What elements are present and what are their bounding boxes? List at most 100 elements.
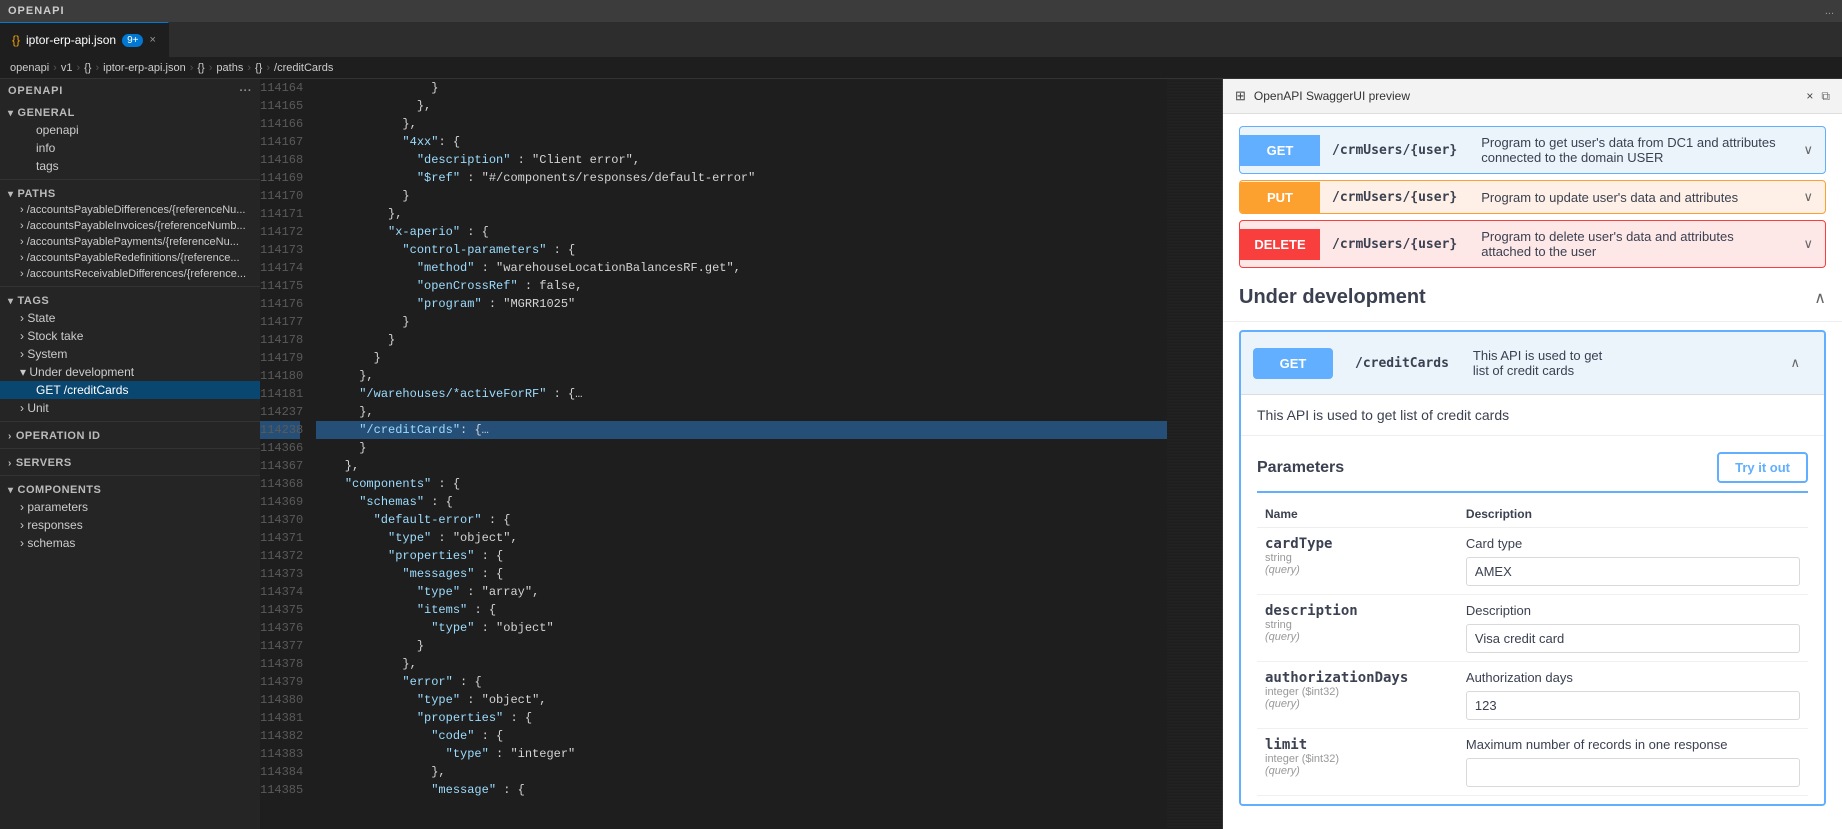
- under-dev-title: Under development: [1239, 286, 1426, 309]
- param-input[interactable]: [1466, 758, 1800, 787]
- breadcrumb-part: paths: [216, 62, 243, 74]
- breadcrumb-part: v1: [61, 62, 73, 74]
- split-icon[interactable]: ⧉: [1821, 89, 1830, 104]
- breadcrumb-part: {}: [84, 62, 91, 74]
- sidebar-item-state[interactable]: › State: [0, 309, 260, 327]
- chevron-up-icon[interactable]: ∧: [1814, 288, 1826, 308]
- code-line: "items" : {: [316, 601, 1167, 619]
- divider: [0, 421, 260, 422]
- code-line: }: [316, 187, 1167, 205]
- chevron-right-icon: ›: [20, 252, 27, 264]
- section-components[interactable]: ▾ COMPONENTS: [0, 480, 260, 498]
- section-general[interactable]: ▾ GENERAL: [0, 103, 260, 121]
- chevron-up-icon[interactable]: ∧: [1778, 347, 1812, 379]
- code-line: "type" : "object",: [316, 691, 1167, 709]
- sidebar-item-openapi[interactable]: openapi: [0, 121, 260, 139]
- param-type: integer ($int32): [1265, 686, 1450, 698]
- code-area[interactable]: } }, }, "4xx": { "description" : "Client…: [310, 79, 1167, 829]
- breadcrumb-part: /creditCards: [274, 62, 333, 74]
- code-line: "type" : "array",: [316, 583, 1167, 601]
- preview-header-icons: ⧉: [1821, 89, 1830, 104]
- param-type: integer ($int32): [1265, 753, 1450, 765]
- method-path: /crmUsers/{user}: [1320, 182, 1469, 213]
- code-line: "code" : {: [316, 727, 1167, 745]
- section-servers[interactable]: › SERVERS: [0, 453, 260, 471]
- creditcards-description: This API is used to get list of credit c…: [1241, 395, 1824, 436]
- code-line: "default-error" : {: [316, 511, 1167, 529]
- sidebar-item-path4[interactable]: › /accountsPayableRedefinitions/{referen…: [0, 250, 260, 266]
- sidebar-item-get-creditcards[interactable]: GET /creditCards: [0, 381, 260, 399]
- param-location: (query): [1265, 698, 1450, 710]
- param-description: Authorization days: [1466, 670, 1800, 685]
- creditcards-header[interactable]: GET /creditCards This API is used to get…: [1241, 332, 1824, 394]
- param-description: Maximum number of records in one respons…: [1466, 737, 1800, 752]
- method-row-get-crmusers[interactable]: GET /crmUsers/{user} Program to get user…: [1239, 126, 1826, 174]
- param-row: cardType string (query) Card type: [1257, 528, 1808, 595]
- line-numbers: 1141641141651141661141671141681141691141…: [260, 79, 310, 829]
- code-line: "properties" : {: [316, 547, 1167, 565]
- param-location: (query): [1265, 631, 1450, 643]
- sidebar-item-tags[interactable]: tags: [0, 157, 260, 175]
- code-line: "x-aperio" : {: [316, 223, 1167, 241]
- tab-badge: 9+: [122, 34, 143, 47]
- get-badge: GET: [1240, 135, 1320, 166]
- sidebar-item-path3[interactable]: › /accountsPayablePayments/{referenceNu.…: [0, 234, 260, 250]
- code-line: "properties" : {: [316, 709, 1167, 727]
- preview-content[interactable]: GET /crmUsers/{user} Program to get user…: [1223, 114, 1842, 829]
- sidebar-item-parameters[interactable]: › parameters: [0, 498, 260, 516]
- sidebar-item-path5[interactable]: › /accountsReceivableDifferences/{refere…: [0, 266, 260, 282]
- chevron-down-icon[interactable]: ∨: [1791, 228, 1825, 260]
- code-line: }: [316, 331, 1167, 349]
- section-paths-label: PATHS: [18, 188, 56, 200]
- sidebar-item-under-dev[interactable]: ▾ Under development: [0, 363, 260, 381]
- method-desc: Program to get user's data from DC1 and …: [1469, 127, 1791, 173]
- param-input[interactable]: [1466, 557, 1800, 586]
- method-row-delete-crmusers[interactable]: DELETE /crmUsers/{user} Program to delet…: [1239, 220, 1826, 268]
- try-it-out-button[interactable]: Try it out: [1717, 452, 1808, 483]
- method-row-put-crmusers[interactable]: PUT /crmUsers/{user} Program to update u…: [1239, 180, 1826, 214]
- chevron-right-icon: ›: [8, 458, 12, 469]
- sidebar-item-schemas[interactable]: › schemas: [0, 534, 260, 552]
- sidebar-item-info[interactable]: info: [0, 139, 260, 157]
- method-desc: Program to delete user's data and attrib…: [1469, 221, 1791, 267]
- method-path: /crmUsers/{user}: [1320, 135, 1469, 166]
- param-input[interactable]: [1466, 691, 1800, 720]
- top-bar-menu[interactable]: ...: [1825, 5, 1834, 17]
- main-area: OPENAPI ··· ▾ GENERAL openapi info tags …: [0, 79, 1842, 829]
- code-line: "type" : "object": [316, 619, 1167, 637]
- sidebar-item-responses[interactable]: › responses: [0, 516, 260, 534]
- sidebar-options-button[interactable]: ···: [240, 85, 253, 97]
- chevron-down-icon[interactable]: ∨: [1791, 181, 1825, 213]
- chevron-down-icon[interactable]: ∨: [1791, 134, 1825, 166]
- under-dev-section-header[interactable]: Under development ∧: [1223, 274, 1842, 322]
- param-description: Card type: [1466, 536, 1800, 551]
- sidebar-item-system[interactable]: › System: [0, 345, 260, 363]
- sidebar-item-unit[interactable]: › Unit: [0, 399, 260, 417]
- param-row: limit integer ($int32) (query) Maximum n…: [1257, 729, 1808, 796]
- app-title: OPENAPI: [8, 5, 65, 17]
- chevron-down-icon: ▾: [8, 189, 14, 200]
- active-tab[interactable]: {} iptor-erp-api.json 9+ ×: [0, 22, 169, 57]
- section-components-label: COMPONENTS: [18, 484, 102, 496]
- param-input[interactable]: [1466, 624, 1800, 653]
- tab-close-button[interactable]: ×: [149, 34, 155, 46]
- section-paths[interactable]: ▾ PATHS: [0, 184, 260, 202]
- preview-panel: ⊞ OpenAPI SwaggerUI preview × ⧉ GET /crm…: [1222, 79, 1842, 829]
- parameters-header-row: Parameters Try it out: [1257, 444, 1808, 493]
- code-line: },: [316, 655, 1167, 673]
- chevron-right-icon: ›: [20, 500, 27, 514]
- creditcards-body: This API is used to get list of credit c…: [1241, 394, 1824, 804]
- code-line: }: [316, 79, 1167, 97]
- code-line: }: [316, 313, 1167, 331]
- col-desc-header: Description: [1458, 501, 1808, 528]
- code-line: }: [316, 349, 1167, 367]
- section-operation-id[interactable]: › OPERATION ID: [0, 426, 260, 444]
- section-tags[interactable]: ▾ TAGS: [0, 291, 260, 309]
- sidebar-item-path2[interactable]: › /accountsPayableInvoices/{referenceNum…: [0, 218, 260, 234]
- chevron-right-icon: ›: [20, 204, 27, 216]
- preview-close-button[interactable]: ×: [1806, 89, 1813, 103]
- json-icon: {}: [12, 33, 20, 47]
- minimap: [1167, 79, 1222, 829]
- sidebar-item-stock-take[interactable]: › Stock take: [0, 327, 260, 345]
- sidebar-item-path1[interactable]: › /accountsPayableDifferences/{reference…: [0, 202, 260, 218]
